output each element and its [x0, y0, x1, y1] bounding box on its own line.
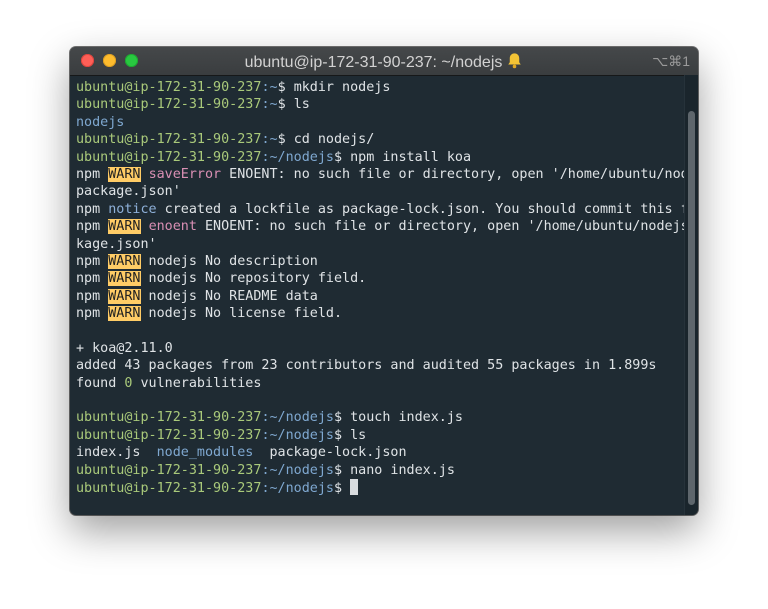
- prompt-user-host: ubuntu@ip-172-31-90-237: [76, 132, 262, 148]
- terminal-line: ubuntu@ip-172-31-90-237:~$ ls: [76, 96, 676, 113]
- output-text: kage.json': [76, 236, 157, 252]
- output-text: + koa@2.11.0: [76, 340, 173, 356]
- directory-entry: nodejs: [76, 114, 125, 130]
- npm-message: created a lockfile as package-lock.json.…: [156, 201, 698, 217]
- prompt-user-host: ubuntu@ip-172-31-90-237: [76, 97, 262, 113]
- prompt-path: :~/nodejs: [261, 149, 334, 165]
- command-text: mkdir nodejs: [293, 80, 391, 95]
- scrollbar-thumb[interactable]: [688, 111, 695, 505]
- terminal-line: npm WARN nodejs No README data: [76, 288, 676, 305]
- terminal-line: npm WARN nodejs No repository field.: [76, 270, 676, 287]
- terminal-line: found 0 vulnerabilities: [76, 375, 676, 392]
- npm-label: npm: [76, 271, 109, 287]
- bell-icon: [506, 52, 523, 74]
- terminal-line: npm WARN enoent ENOENT: no such file or …: [76, 218, 698, 235]
- npm-label: npm: [76, 201, 109, 217]
- terminal-line: kage.json': [76, 236, 676, 253]
- prompt-path: :~/nodejs: [261, 480, 334, 496]
- prompt-symbol: $: [277, 97, 294, 113]
- npm-message: ENOENT: no such file or directory, open …: [221, 166, 698, 182]
- prompt-user-host: ubuntu@ip-172-31-90-237: [76, 80, 262, 95]
- prompt-symbol: $: [334, 462, 351, 478]
- terminal-window: ubuntu@ip-172-31-90-237: ~/nodejs ⌥⌘1 ub…: [70, 47, 698, 515]
- terminal-line: index.js node_modules package-lock.json: [76, 444, 676, 461]
- title-bar[interactable]: ubuntu@ip-172-31-90-237: ~/nodejs ⌥⌘1: [70, 47, 698, 76]
- terminal-output[interactable]: ubuntu@ip-172-31-90-237:~$ mkdir nodejs u…: [76, 79, 698, 496]
- terminal-line: npm WARN nodejs No description: [76, 253, 676, 270]
- warn-badge: WARN: [108, 288, 141, 304]
- prompt-user-host: ubuntu@ip-172-31-90-237: [76, 427, 262, 443]
- npm-message: nodejs No license field.: [140, 306, 343, 322]
- prompt-symbol: $: [277, 80, 294, 95]
- notice-label: notice: [108, 201, 157, 217]
- prompt-user-host: ubuntu@ip-172-31-90-237: [76, 410, 262, 426]
- terminal-line: ubuntu@ip-172-31-90-237:~$ cd nodejs/: [76, 131, 676, 148]
- warn-badge: WARN: [108, 271, 141, 287]
- prompt-symbol: $: [334, 427, 351, 443]
- npm-message: nodejs No repository field.: [140, 271, 367, 287]
- terminal-line: nodejs: [76, 114, 676, 131]
- command-text: cd nodejs/: [293, 132, 375, 148]
- prompt-symbol: $: [334, 149, 351, 165]
- command-text: npm install koa: [350, 149, 472, 165]
- npm-label: npm: [76, 219, 109, 235]
- prompt-path: :~/nodejs: [261, 462, 334, 478]
- prompt-user-host: ubuntu@ip-172-31-90-237: [76, 480, 262, 496]
- output-text: found: [76, 375, 125, 391]
- terminal-line: + koa@2.11.0: [76, 340, 676, 357]
- terminal-line: added 43 packages from 23 contributors a…: [76, 357, 676, 374]
- prompt-path: :~/nodejs: [261, 427, 334, 443]
- npm-label: npm: [76, 306, 109, 322]
- file-entry: package-lock.json: [269, 445, 407, 461]
- warning-kind: saveError: [148, 166, 222, 182]
- npm-label: npm: [76, 288, 109, 304]
- terminal-line: ubuntu@ip-172-31-90-237:~/nodejs$ npm in…: [76, 149, 676, 166]
- prompt-path: :~/nodejs: [261, 410, 334, 426]
- directory-entry: node_modules: [156, 445, 254, 461]
- prompt-symbol: $: [334, 480, 351, 496]
- warning-kind: enoent: [148, 219, 197, 235]
- prompt-path: :~: [261, 97, 278, 113]
- output-text: added 43 packages from 23 contributors a…: [76, 358, 657, 374]
- warn-badge: WARN: [108, 253, 141, 269]
- npm-message: nodejs No description: [140, 253, 318, 269]
- scrollbar-track[interactable]: [684, 75, 698, 515]
- output-text: package.json': [76, 184, 181, 200]
- tab-shortcut-label: ⌥⌘1: [652, 53, 690, 69]
- command-text: ls: [350, 427, 367, 443]
- text-cursor[interactable]: [350, 478, 359, 495]
- prompt-user-host: ubuntu@ip-172-31-90-237: [76, 149, 262, 165]
- prompt-path: :~: [261, 80, 278, 95]
- terminal-line: npm WARN saveError ENOENT: no such file …: [76, 166, 698, 183]
- terminal-line: ubuntu@ip-172-31-90-237:~/nodejs$ ls: [76, 427, 676, 444]
- terminal-line: package.json': [76, 183, 676, 200]
- terminal-line: npm WARN nodejs No license field.: [76, 305, 676, 322]
- window-title-text: ubuntu@ip-172-31-90-237: ~/nodejs: [244, 54, 503, 71]
- npm-message: nodejs No README data: [140, 288, 318, 304]
- prompt-symbol: $: [277, 132, 294, 148]
- warn-badge: WARN: [108, 219, 141, 235]
- command-text: nano index.js: [350, 462, 455, 478]
- prompt-user-host: ubuntu@ip-172-31-90-237: [76, 462, 262, 478]
- file-entry: index.js: [76, 445, 141, 461]
- prompt-symbol: $: [334, 410, 351, 426]
- terminal-line: ubuntu@ip-172-31-90-237:~/nodejs$ touch …: [76, 409, 676, 426]
- prompt-path: :~: [261, 132, 278, 148]
- npm-message: ENOENT: no such file or directory, open …: [196, 219, 698, 235]
- npm-label: npm: [76, 166, 109, 182]
- terminal-line: npm notice created a lockfile as package…: [76, 201, 698, 218]
- command-text: ls: [293, 97, 310, 113]
- terminal-line: ubuntu@ip-172-31-90-237:~/nodejs$: [76, 478, 676, 496]
- output-text: vulnerabilities: [132, 375, 262, 391]
- warn-badge: WARN: [108, 166, 141, 182]
- npm-label: npm: [76, 253, 109, 269]
- terminal-line: ubuntu@ip-172-31-90-237:~$ mkdir nodejs: [76, 79, 676, 96]
- terminal-line: ubuntu@ip-172-31-90-237:~/nodejs$ nano i…: [76, 462, 676, 479]
- window-title: ubuntu@ip-172-31-90-237: ~/nodejs: [70, 52, 698, 74]
- command-text: touch index.js: [350, 410, 463, 426]
- warn-badge: WARN: [108, 306, 141, 322]
